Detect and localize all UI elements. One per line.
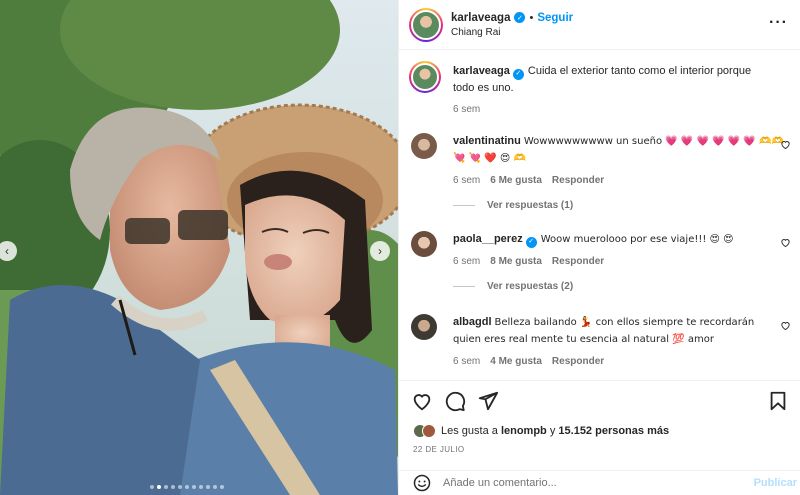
like-heart-icon[interactable]: [411, 390, 433, 412]
likes-summary[interactable]: Les gusta a lenompb y 15.152 personas má…: [413, 424, 669, 438]
comment-username[interactable]: paola__perez: [453, 233, 523, 245]
view-replies-label: Ver respuestas (2): [487, 281, 574, 292]
carousel-dot: [171, 485, 175, 489]
header-separator: •: [529, 11, 534, 24]
comment-text: Wowwwwwwwww un sueño 💗 💗 💗 💗 💗 💗 🫶🫶: [523, 136, 784, 147]
comment-input[interactable]: [443, 477, 733, 489]
publish-button[interactable]: Publicar: [754, 477, 797, 489]
post-side-panel: karlaveaga ✓ • Seguir Chiang Rai ··· kar…: [398, 0, 800, 495]
replies-line: [453, 286, 475, 287]
likes-prefix: Les gusta a: [441, 425, 498, 437]
carousel-dot: [185, 485, 189, 489]
post-dialog: ‹ › karlaveaga ✓ • Seguir Chiang Rai ···…: [0, 0, 800, 495]
comment-age: 6 sem: [453, 175, 481, 186]
follow-button[interactable]: Seguir: [537, 12, 573, 24]
comment-likes-count[interactable]: 6 Me gusta: [490, 175, 542, 186]
verified-badge-icon: ✓: [512, 68, 524, 80]
reply-button[interactable]: Responder: [552, 256, 604, 267]
comment-username[interactable]: valentinatinu: [453, 135, 521, 147]
comment-text: Woow muerolooo por ese viaje!!! 😍 😍: [540, 234, 734, 245]
replies-line: [453, 205, 475, 206]
comments-list: karlaveaga ✓ Cuida el exterior tanto como …: [399, 51, 800, 378]
post-actions: [399, 380, 800, 420]
verified-badge-icon: ✓: [514, 12, 526, 23]
carousel-dot: [206, 485, 210, 489]
carousel-dot: [220, 485, 224, 489]
comment-bubble-icon[interactable]: [444, 390, 466, 412]
carousel-dot: [192, 485, 196, 489]
author-avatar[interactable]: [409, 7, 443, 42]
like-comment-heart-icon[interactable]: [780, 237, 791, 248]
comment-age: 6 sem: [453, 256, 481, 267]
reply-button[interactable]: Responder: [552, 356, 604, 367]
comment-username[interactable]: albagdl: [453, 316, 492, 328]
carousel-dot: [199, 485, 203, 489]
photo-scene: [0, 0, 398, 495]
likes-user[interactable]: lenompb: [501, 425, 547, 437]
caption-avatar[interactable]: [409, 61, 441, 93]
carousel-dot: [164, 485, 168, 489]
caption-username[interactable]: karlaveaga: [453, 65, 510, 77]
view-replies-button[interactable]: Ver respuestas (1): [453, 200, 791, 211]
comment-age: 6 sem: [453, 356, 481, 367]
comment-composer: Publicar: [399, 470, 800, 495]
share-send-icon[interactable]: [477, 390, 499, 412]
commenter-avatar[interactable]: [411, 231, 437, 257]
author-username[interactable]: karlaveaga: [451, 12, 510, 24]
commenter-avatar[interactable]: [411, 133, 437, 159]
next-photo-button[interactable]: ›: [370, 241, 390, 261]
post-date: 22 DE JULIO: [413, 445, 465, 454]
comment-item: valentinatinu Wowwwwwwwww un sueño 💗 💗 💗 …: [411, 133, 791, 211]
liker-avatar: [422, 424, 436, 438]
post-header: karlaveaga ✓ • Seguir Chiang Rai ···: [399, 0, 800, 50]
save-bookmark-icon[interactable]: [767, 390, 789, 412]
carousel-dot: [150, 485, 154, 489]
carousel-indicators: [150, 485, 224, 489]
caption-age: 6 sem: [453, 103, 481, 115]
chevron-left-icon: ‹: [5, 244, 9, 258]
commenter-avatar[interactable]: [411, 314, 437, 340]
post-caption: karlaveaga ✓ Cuida el exterior tanto como …: [409, 61, 791, 115]
comment-likes-count[interactable]: 4 Me gusta: [490, 356, 542, 367]
reply-button[interactable]: Responder: [552, 175, 604, 186]
comment-item: paola__perez ✓ Woow muerolooo por ese viaj…: [411, 231, 791, 292]
more-horizontal-icon[interactable]: ···: [769, 14, 788, 32]
verified-badge-icon: ✓: [525, 236, 537, 248]
carousel-dot: [178, 485, 182, 489]
carousel-dot: [213, 485, 217, 489]
likes-count[interactable]: 15.152 personas más: [558, 425, 669, 437]
likes-conj: y: [549, 425, 556, 437]
comment-likes-count[interactable]: 8 Me gusta: [490, 256, 542, 267]
comment-text: Belleza bailando 💃 con ellos siempre te …: [453, 317, 755, 345]
like-comment-heart-icon[interactable]: [780, 139, 791, 150]
like-comment-heart-icon[interactable]: [780, 320, 791, 331]
comment-text-continued: 💘 💘 ❤️ 😍 🫶: [453, 153, 526, 164]
post-photo[interactable]: ‹ ›: [0, 0, 398, 495]
post-location[interactable]: Chiang Rai: [451, 27, 573, 38]
comment-item: albagdl Belleza bailando 💃 con ellos siem…: [411, 314, 791, 367]
chevron-right-icon: ›: [378, 244, 382, 258]
emoji-smile-icon[interactable]: [413, 474, 431, 492]
view-replies-button[interactable]: Ver respuestas (2): [453, 281, 791, 292]
carousel-dot-active: [157, 485, 161, 489]
view-replies-label: Ver respuestas (1): [487, 200, 574, 211]
